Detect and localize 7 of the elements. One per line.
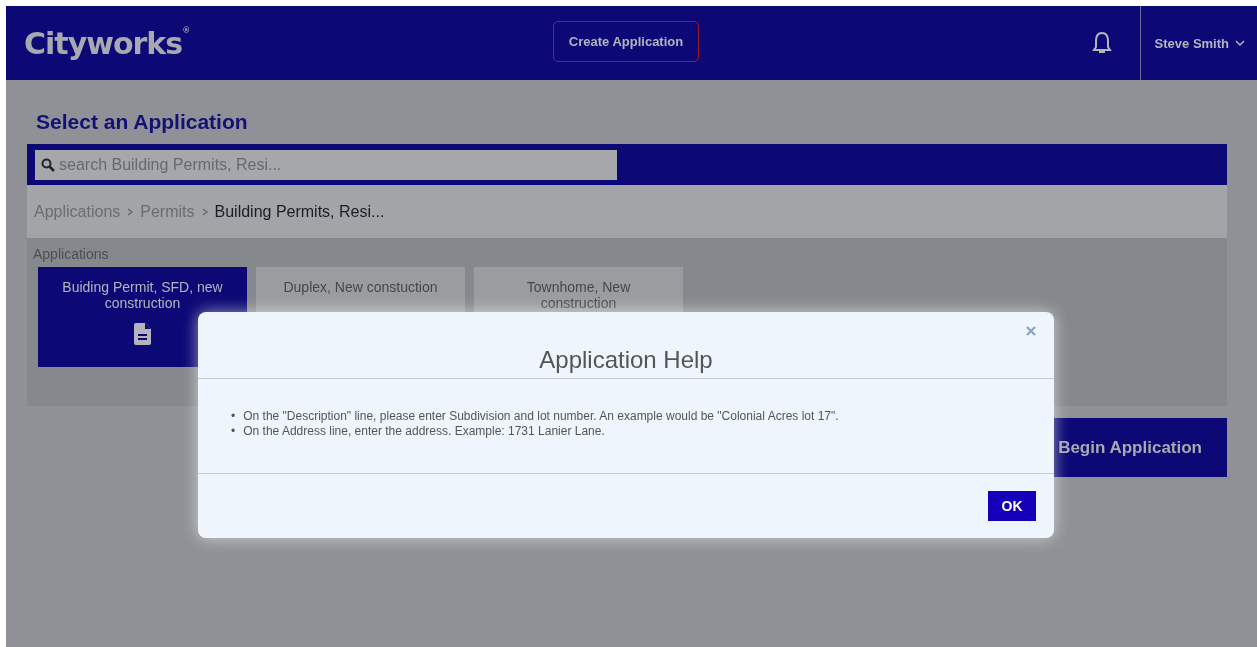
dialog-title: Application Help (198, 312, 1054, 379)
bullet-marker: • (231, 409, 236, 424)
help-text: On the Address line, enter the address. Example: 1731 Lanier Lane. (243, 424, 605, 439)
bullet-marker: • (231, 424, 236, 439)
help-text: On the "Description" line, please enter Subdivision and lot number. An example would be "Colonial Acres lot 17". (243, 409, 839, 424)
section-label: Applications (33, 246, 110, 262)
page-title: Select an Application (36, 110, 249, 134)
